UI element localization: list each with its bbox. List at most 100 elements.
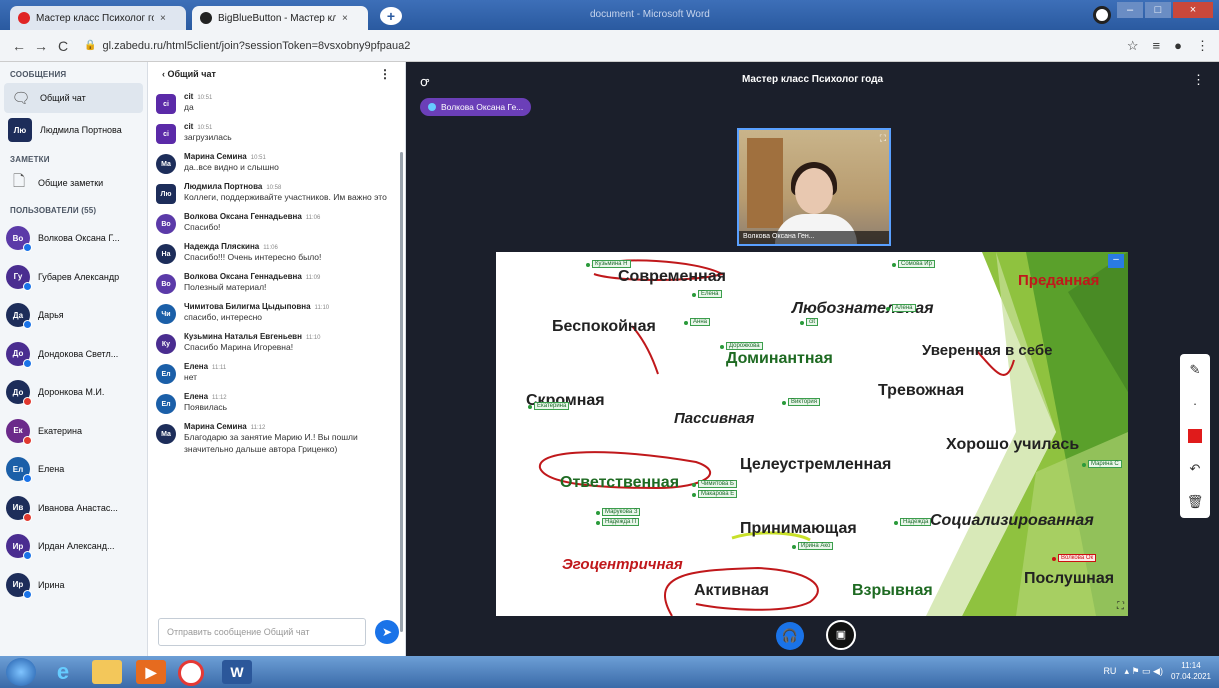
talking-indicator: Волкова Оксана Ге...	[420, 98, 532, 116]
avatar: До	[6, 341, 32, 368]
message-text: загрузилась	[184, 132, 232, 142]
notes-heading: ЗАМЕТКИ	[10, 155, 50, 164]
more-icon[interactable]: ⋮	[379, 67, 391, 81]
pencil-icon[interactable]: ✎	[1185, 360, 1205, 380]
participant-marker: Сомова Ир	[892, 260, 935, 268]
chat-message: На Надежда Пляскина 11:06 Спасибо!!! Очень …	[148, 238, 398, 268]
avatar: ci	[156, 124, 176, 144]
user-list-item[interactable]: Ив Иванова Анастас...	[0, 489, 147, 528]
reload-icon[interactable]: C	[52, 38, 74, 54]
user-list-item[interactable]: Ир Ирина	[0, 566, 147, 605]
options-icon[interactable]: ⋮	[1192, 72, 1205, 88]
avatar: ci	[156, 94, 176, 114]
browser-tab-2[interactable]: BigBlueButton - Мастер кл ×	[192, 6, 368, 30]
user-list-item[interactable]: Да Дарья	[0, 296, 147, 335]
undo-icon[interactable]: ↶	[1185, 459, 1205, 479]
fullscreen-icon[interactable]: ⛶	[880, 133, 886, 144]
forward-icon[interactable]: →	[30, 38, 52, 54]
color-picker[interactable]	[1185, 426, 1205, 446]
avatar: Лю	[156, 184, 176, 204]
close-icon[interactable]: ×	[160, 13, 166, 24]
message-author: Людмила Портнова	[184, 182, 263, 191]
user-list-item[interactable]: Гу Губарев Александр	[0, 258, 147, 297]
user-name: Иванова Анастас...	[38, 502, 118, 513]
address-bar: ← → C 🔒 gl.zabedu.ru/html5client/join?se…	[0, 30, 1219, 62]
user-list-item[interactable]: До Дондокова Светл...	[0, 335, 147, 374]
participant-marker: Надежда	[893, 518, 932, 526]
slide-word: Социализированная	[930, 512, 1094, 529]
back-icon[interactable]: ←	[8, 38, 30, 54]
youtube-icon	[18, 12, 30, 24]
avatar: Ек	[6, 418, 32, 445]
media-player-icon[interactable]: ▶	[136, 660, 166, 684]
chrome-icon[interactable]	[178, 660, 204, 686]
message-text: Коллеги, поддерживайте участников. Им ва…	[184, 192, 387, 202]
share-webcam-button[interactable]: ▣	[826, 620, 856, 650]
word-icon[interactable]: W	[222, 660, 252, 684]
user-name: Доронкова М.И.	[38, 387, 105, 398]
menu-icon[interactable]: ⋮	[1196, 38, 1209, 54]
message-author: Елена	[184, 362, 209, 371]
sidebar-item-public-chat[interactable]: 🗨 Общий чат	[4, 83, 143, 113]
tray-icons[interactable]: ▴ ⚑ ▭ ◀)	[1124, 666, 1163, 677]
sidebar-item-private-chat[interactable]: Лю Людмила Портнова	[0, 113, 147, 147]
message-text: Благодарю за занятие Марию И.! Вы пошли …	[184, 432, 358, 454]
window-controls: – □ ×	[1117, 2, 1213, 18]
trash-icon[interactable]: 🗑	[1185, 492, 1205, 512]
message-text: спасибо, интересно	[184, 312, 262, 322]
close-window-icon[interactable]: ×	[1173, 2, 1213, 18]
annotation-toolbar: ✎ · ↶ 🗑	[1180, 354, 1210, 518]
chat-message: Ку Кузьмина Наталья Евгеньевн 11:10 Спасибо…	[148, 328, 398, 358]
message-author: Чимитова Билигма Цыдыповна	[184, 302, 311, 311]
maximize-icon[interactable]: □	[1145, 2, 1171, 18]
message-author: Волкова Оксана Геннадьевна	[184, 212, 302, 221]
status-dot	[23, 281, 32, 291]
user-name: Волкова Оксана Г...	[38, 233, 120, 244]
reading-list-icon[interactable]: ≡	[1153, 38, 1161, 54]
user-list-item[interactable]: Ек Екатерина	[0, 412, 147, 451]
explorer-icon[interactable]	[92, 660, 122, 684]
send-button[interactable]: ➤	[375, 620, 399, 644]
fit-to-screen-icon[interactable]: ⛶	[1117, 601, 1124, 612]
language-indicator[interactable]: RU	[1103, 666, 1116, 676]
message-text: Спасибо!	[184, 222, 221, 232]
minimize-presentation-button[interactable]: –	[1108, 254, 1124, 268]
ie-icon[interactable]: e	[48, 659, 78, 684]
messages-heading: СООБЩЕНИЯ	[10, 70, 67, 79]
user-list-item[interactable]: Ир Ирдан Александ...	[0, 527, 147, 566]
status-dot	[23, 512, 32, 522]
presentation-slide[interactable]: – ⛶ Современная Любознательная Преданная Бе…	[496, 252, 1128, 616]
star-icon[interactable]: ☆	[1127, 38, 1139, 54]
chat-scrollbar[interactable]	[400, 152, 403, 632]
chat-message: Во Волкова Оксана Геннадьевна 11:09 Полезны…	[148, 268, 398, 298]
browser-tab-1[interactable]: Мастер класс Психолог год ×	[10, 6, 186, 30]
avatar: Ку	[156, 334, 176, 354]
sidebar-item-shared-notes[interactable]: 🗋 Общие заметки	[0, 168, 147, 198]
participant-marker: cit	[800, 318, 818, 326]
minimize-icon[interactable]: –	[1117, 2, 1143, 18]
audio-button[interactable]: 🎧	[776, 622, 804, 650]
close-icon[interactable]: ×	[342, 13, 348, 24]
chat-back-button[interactable]: ‹ Общий чат	[162, 69, 216, 79]
user-list-item[interactable]: До Доронкова М.И.	[0, 373, 147, 412]
new-tab-button[interactable]: +	[380, 7, 402, 25]
user-name: Ирдан Александ...	[38, 541, 115, 552]
clock[interactable]: 11:14 07.04.2021	[1171, 660, 1211, 682]
user-list-item[interactable]: Во Волкова Оксана Г...	[0, 219, 147, 258]
start-button[interactable]	[6, 658, 36, 686]
participant-marker: Ирина Ако	[791, 542, 834, 550]
participant-marker: Кузьмина Н	[586, 260, 631, 268]
participant-marker: Дорожкова	[720, 342, 763, 350]
thickness-icon[interactable]: ·	[1185, 393, 1205, 413]
message-author: Марина Семина	[184, 422, 247, 431]
url-field[interactable]: 🔒 gl.zabedu.ru/html5client/join?sessionT…	[84, 40, 410, 52]
avatar: На	[156, 244, 176, 264]
avatar: Ир	[6, 572, 32, 599]
avatar: Ел	[156, 394, 176, 414]
webcam-video[interactable]: ⛶ Волкова Оксана Ген...	[737, 128, 891, 246]
profile-icon[interactable]	[1093, 6, 1111, 24]
chat-message: Чи Чимитова Билигма Цыдыповна 11:10 спасибо…	[148, 298, 398, 328]
chat-message-input[interactable]: Отправить сообщение Общий чат	[158, 618, 366, 646]
user-list-item[interactable]: Ел Елена	[0, 450, 147, 489]
account-icon[interactable]: ●	[1174, 38, 1182, 54]
